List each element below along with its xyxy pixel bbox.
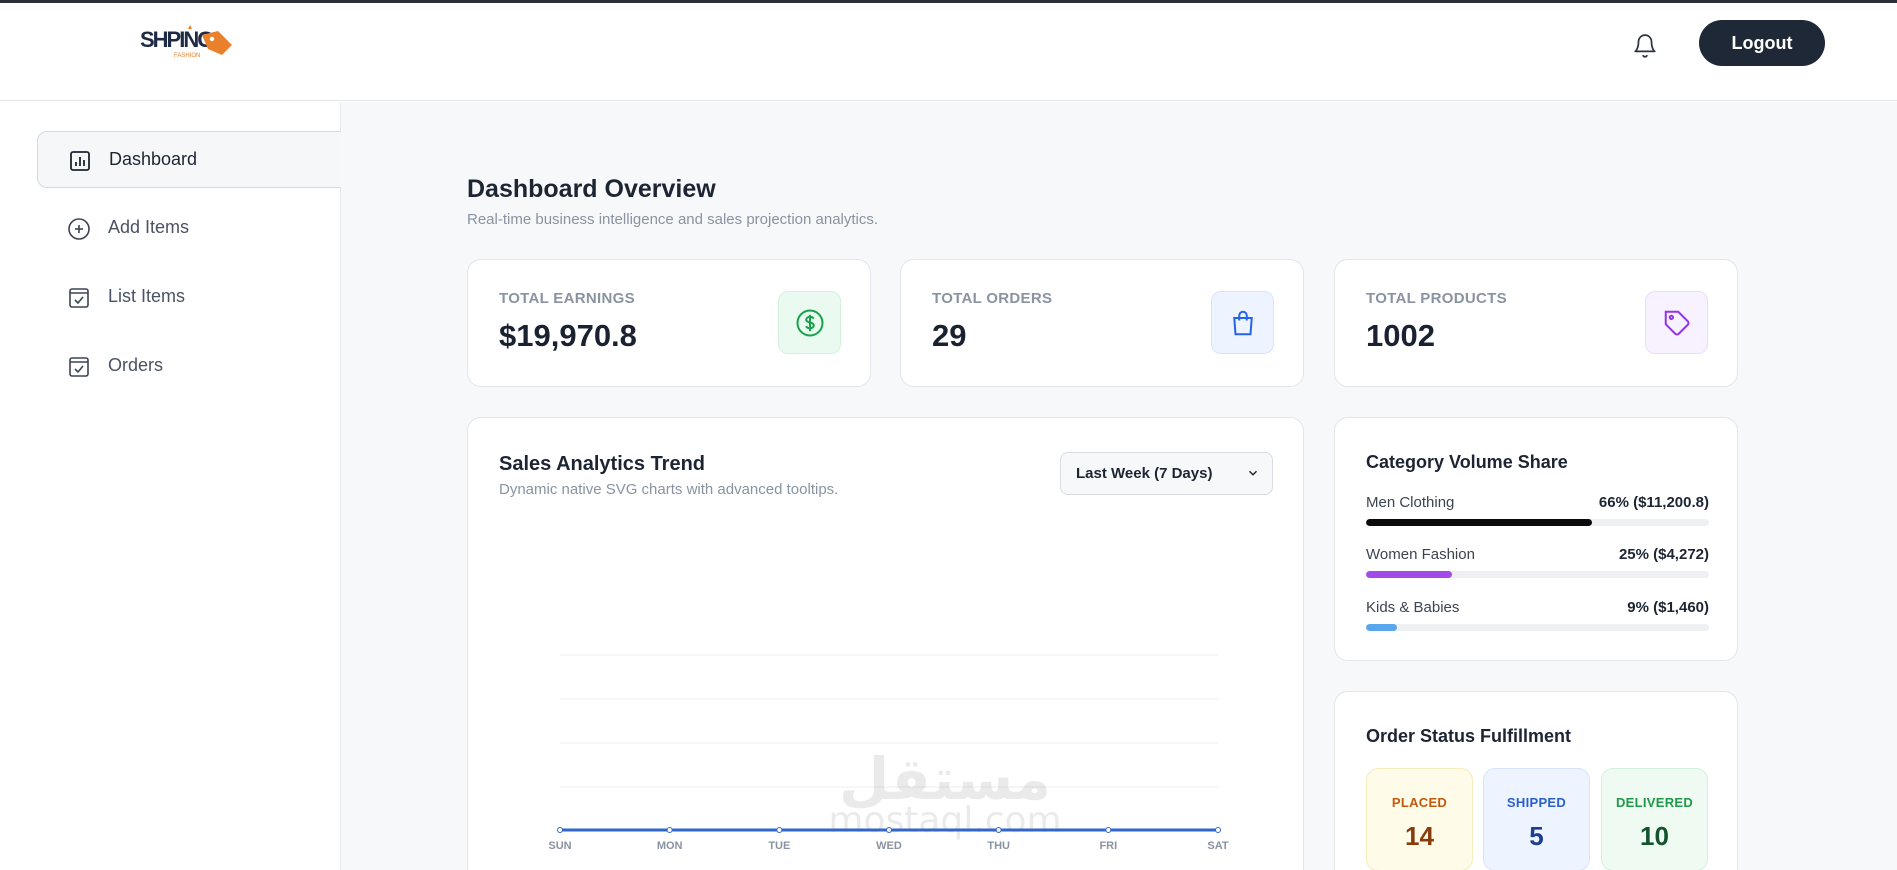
tag-icon — [1664, 310, 1689, 335]
stat-card-products: TOTAL PRODUCTS 1002 — [1334, 259, 1738, 387]
category-name: Men Clothing — [1366, 494, 1455, 511]
category-share-card: Category Volume Share Men Clothing 66% (… — [1334, 417, 1738, 661]
category-share-title: Category Volume Share — [1366, 452, 1568, 472]
category-row-men: Men Clothing 66% ($11,200.8) — [1366, 494, 1709, 534]
order-status-card: Order Status Fulfillment PLACED 14 SHIPP… — [1334, 691, 1738, 870]
logo-text: SHPING — [140, 27, 213, 52]
sales-data-point — [886, 827, 892, 833]
x-tick-label: THU — [987, 840, 1010, 852]
category-name: Kids & Babies — [1366, 599, 1460, 616]
sidebar-item-dashboard[interactable]: Dashboard — [37, 131, 341, 188]
checkbox-icon — [69, 357, 89, 377]
stat-value: 29 — [932, 318, 967, 353]
stat-icon-box — [778, 291, 841, 354]
category-track — [1366, 624, 1709, 631]
stat-card-earnings: TOTAL EARNINGS $19,970.8 — [467, 259, 871, 387]
category-bar-fill — [1366, 624, 1397, 631]
sidebar-item-add-items[interactable]: Add Items — [37, 200, 341, 257]
stat-value: $19,970.8 — [499, 318, 637, 353]
x-tick-label: SAT — [1207, 840, 1228, 852]
stat-label: TOTAL ORDERS — [932, 290, 1053, 307]
sales-data-point — [1105, 827, 1112, 833]
x-tick-label: MON — [657, 840, 683, 852]
sales-line-chart[interactable]: SUN MON TUE WED THU FRI SAT — [468, 418, 1305, 870]
stat-label: TOTAL EARNINGS — [499, 290, 635, 307]
x-tick-label: WED — [876, 840, 902, 852]
dollar-icon — [796, 309, 823, 336]
checkbox-icon — [69, 288, 89, 308]
category-value: 25% ($4,272) — [1618, 546, 1709, 563]
sales-data-point — [666, 827, 673, 833]
stat-icon-box — [1645, 291, 1708, 354]
sales-data-point — [776, 827, 783, 833]
logo-sub: FASHION — [174, 53, 200, 59]
x-tick-label: FRI — [1099, 840, 1117, 852]
logout-button[interactable]: Logout — [1699, 20, 1825, 66]
category-bar-fill — [1366, 571, 1452, 578]
notifications-button[interactable] — [1628, 29, 1662, 63]
sidebar-item-label: Orders — [108, 355, 164, 375]
bell-icon — [1634, 34, 1656, 58]
status-box-delivered[interactable]: DELIVERED 10 — [1601, 768, 1708, 870]
status-box-placed[interactable]: PLACED 14 — [1366, 768, 1473, 870]
status-count: 5 — [1529, 821, 1544, 851]
category-name: Women Fashion — [1366, 546, 1475, 563]
stat-card-orders: TOTAL ORDERS 29 — [900, 259, 1304, 387]
status-count: 10 — [1640, 821, 1669, 851]
sales-chart-card: Sales Analytics Trend Dynamic native SVG… — [467, 417, 1304, 870]
x-tick-label: SUN — [548, 840, 571, 852]
sidebar-item-label: List Items — [108, 286, 186, 306]
plus-circle-icon — [68, 218, 90, 240]
bar-chart-icon — [70, 151, 90, 171]
sidebar-item-list-items[interactable]: List Items — [37, 269, 341, 326]
brand-logo[interactable]: SHPING FASHION — [138, 21, 234, 65]
category-bar-fill — [1366, 519, 1593, 526]
top-header: SHPING FASHION Logout — [0, 3, 1897, 101]
sidebar-item-label: Dashboard — [109, 149, 198, 169]
category-track — [1366, 571, 1709, 578]
category-row-kids: Kids & Babies 9% ($1,460) — [1366, 599, 1709, 639]
sales-data-point — [557, 827, 563, 833]
status-label: DELIVERED — [1615, 795, 1694, 810]
stat-label: TOTAL PRODUCTS — [1366, 290, 1507, 307]
order-status-title: Order Status Fulfillment — [1366, 726, 1572, 746]
status-label: SHIPPED — [1506, 795, 1567, 810]
stat-icon-box — [1211, 291, 1274, 354]
x-tick-label: TUE — [768, 840, 790, 852]
page-title: Dashboard Overview — [467, 175, 716, 203]
sidebar-item-orders[interactable]: Orders — [37, 338, 341, 395]
sales-data-point — [995, 827, 1002, 833]
category-row-women: Women Fashion 25% ($4,272) — [1366, 546, 1709, 586]
sidebar-item-label: Add Items — [108, 217, 190, 237]
category-value: 66% ($11,200.8) — [1598, 494, 1709, 511]
stat-value: 1002 — [1366, 318, 1435, 353]
status-box-shipped[interactable]: SHIPPED 5 — [1483, 768, 1590, 870]
category-track — [1366, 519, 1709, 526]
sales-data-point — [1215, 827, 1221, 833]
sidebar: Dashboard Add Items List Items Orders — [0, 102, 341, 870]
page-subtitle: Real-time business intelligence and sale… — [467, 211, 879, 228]
shopping-bag-icon — [1232, 310, 1253, 335]
status-count: 14 — [1405, 821, 1434, 851]
status-label: PLACED — [1391, 795, 1448, 810]
category-value: 9% ($1,460) — [1627, 599, 1709, 616]
